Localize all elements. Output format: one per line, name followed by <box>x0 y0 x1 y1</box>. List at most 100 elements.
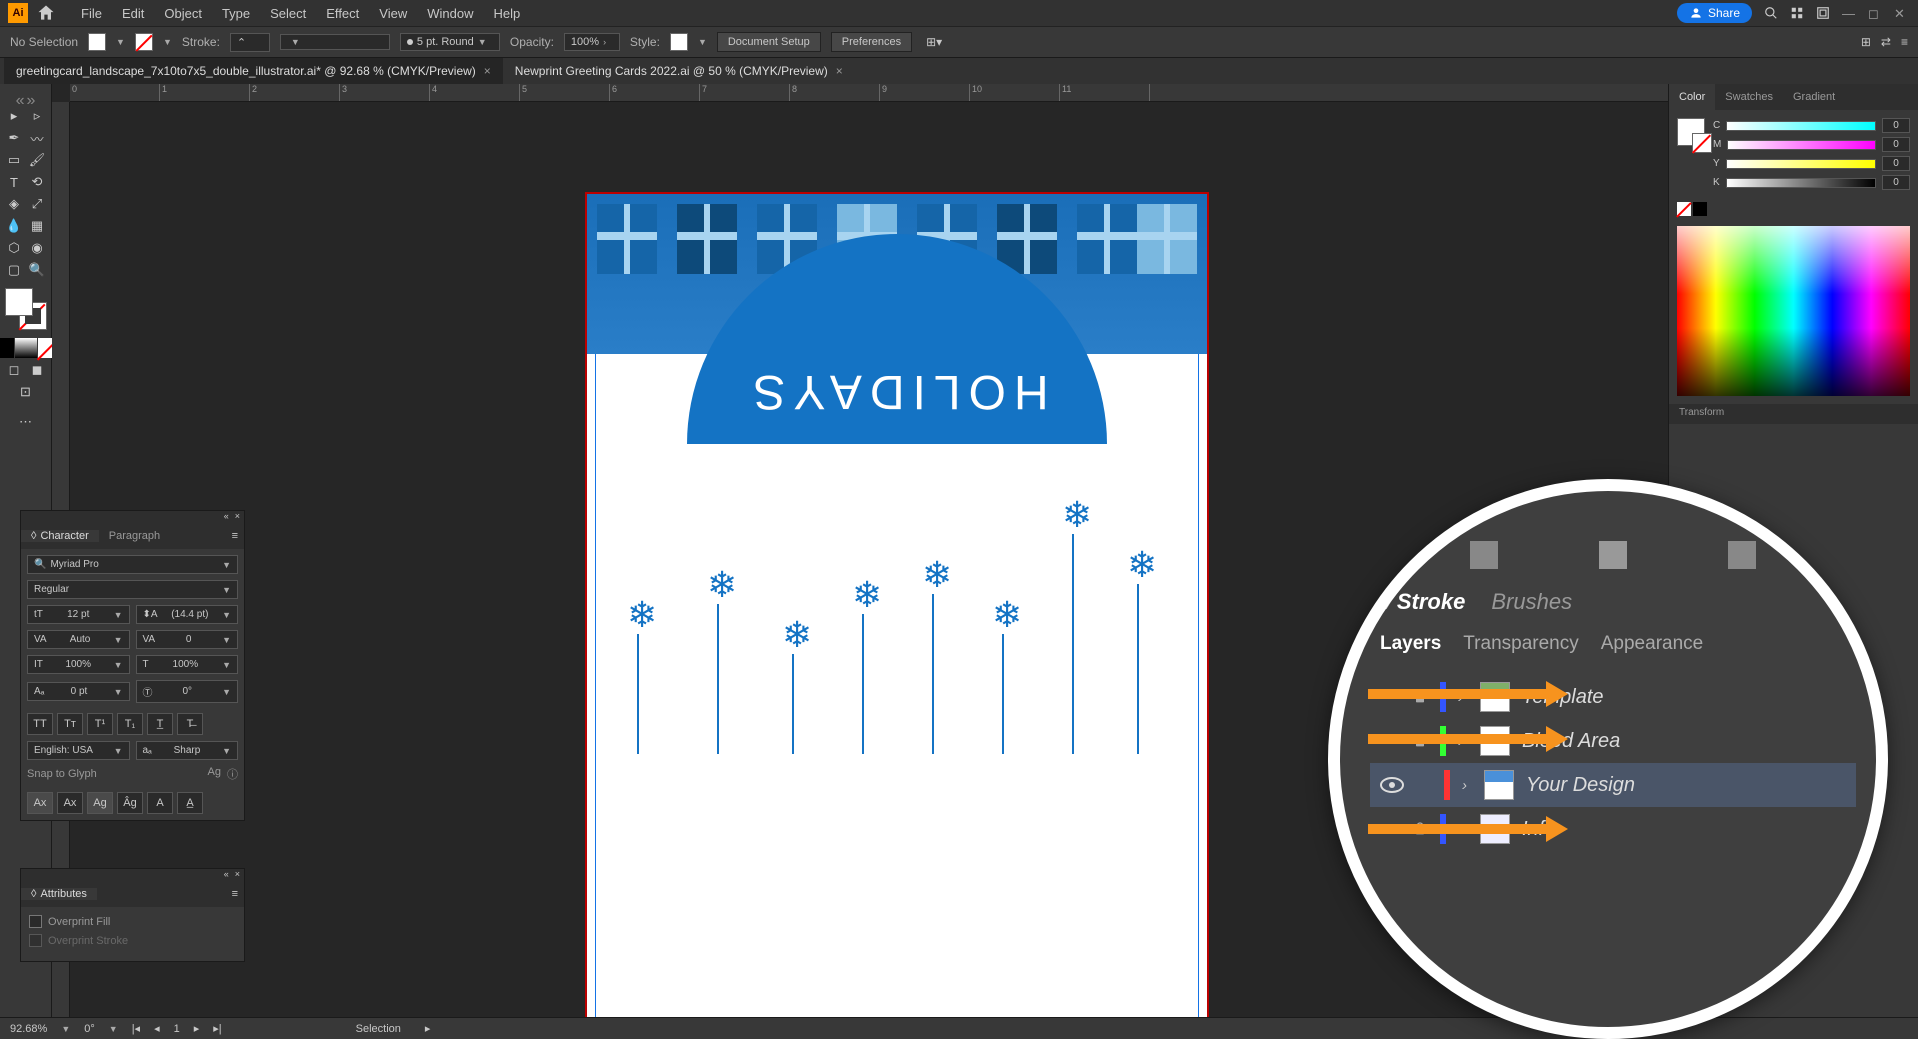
menu-file[interactable]: File <box>71 6 112 21</box>
blend-tool[interactable]: ◉ <box>26 238 48 258</box>
overprint-fill-checkbox[interactable] <box>29 915 42 928</box>
superscript-button[interactable]: T¹ <box>87 713 113 735</box>
snap-btn[interactable]: A̲ <box>177 792 203 814</box>
yellow-value[interactable]: 0 <box>1882 156 1910 171</box>
close-icon[interactable]: × <box>484 64 491 78</box>
screen-mode[interactable]: ⊡ <box>15 382 37 402</box>
info-icon[interactable]: ⓘ <box>227 766 238 782</box>
menu-edit[interactable]: Edit <box>112 6 154 21</box>
close-icon[interactable]: × <box>836 64 843 78</box>
none-swatch[interactable] <box>1677 202 1691 216</box>
menu-effect[interactable]: Effect <box>316 6 369 21</box>
snap-btn[interactable]: A <box>147 792 173 814</box>
nav-arrow-icon[interactable]: ▸ <box>425 1022 431 1035</box>
cyan-value[interactable]: 0 <box>1882 118 1910 133</box>
color-mode-btn[interactable] <box>0 338 14 358</box>
leading-field[interactable]: ⬍A(14.4 pt)▼ <box>136 605 239 624</box>
black-value[interactable]: 0 <box>1882 175 1910 190</box>
scale-tool[interactable]: ⤢ <box>26 194 48 214</box>
character-tab[interactable]: ◊Character <box>21 530 99 542</box>
magenta-slider[interactable] <box>1727 140 1876 150</box>
rectangle-tool[interactable]: ▭ <box>3 150 25 170</box>
paragraph-tab[interactable]: Paragraph <box>99 530 170 542</box>
cyan-slider[interactable] <box>1726 121 1876 131</box>
paintbrush-tool[interactable]: 🖌 <box>26 150 48 170</box>
arrange-icon[interactable] <box>1790 6 1804 20</box>
font-size-field[interactable]: tT12 pt▼ <box>27 605 130 624</box>
font-family-field[interactable]: 🔍Myriad Pro▼ <box>27 555 238 574</box>
next-artboard-icon[interactable]: ▸ <box>194 1022 200 1035</box>
curvature-tool[interactable]: 〰 <box>26 128 48 148</box>
style-swatch[interactable] <box>670 33 688 51</box>
panel-menu-icon[interactable]: ≡ <box>226 888 244 900</box>
swatches-tab[interactable]: Swatches <box>1715 84 1783 110</box>
pen-tool[interactable]: ✒ <box>3 128 25 148</box>
eraser-tool[interactable]: ◈ <box>3 194 25 214</box>
first-artboard-icon[interactable]: |◂ <box>132 1022 140 1035</box>
stroke-swatch[interactable] <box>135 33 153 51</box>
magenta-value[interactable]: 0 <box>1882 137 1910 152</box>
tracking-field[interactable]: VA0▼ <box>136 630 239 649</box>
last-artboard-icon[interactable]: ▸| <box>213 1022 221 1035</box>
workspace-icon[interactable] <box>1816 6 1830 20</box>
snap-btn[interactable]: Ax <box>27 792 53 814</box>
attributes-tab[interactable]: ◊Attributes <box>21 888 97 900</box>
vscale-field[interactable]: IT100%▼ <box>27 655 130 674</box>
zoom-tool[interactable]: 🔍 <box>26 260 48 280</box>
black-slider[interactable] <box>1726 178 1876 188</box>
close-icon[interactable]: ✕ <box>1894 6 1908 20</box>
artboard[interactable]: HOLIDAYS ❄❄ ❄❄ ❄❄ ❄❄ newprint™ <box>587 194 1207 1017</box>
language-field[interactable]: English: USA▼ <box>27 741 130 760</box>
yellow-slider[interactable] <box>1726 159 1876 169</box>
kerning-field[interactable]: VAAuto▼ <box>27 630 130 649</box>
subscript-button[interactable]: T₁ <box>117 713 143 735</box>
panel-fill-swatch[interactable] <box>1677 118 1705 146</box>
baseline-field[interactable]: Aₐ0 pt▼ <box>27 682 130 701</box>
prev-artboard-icon[interactable]: ◂ <box>154 1022 160 1035</box>
gradient-mode-btn[interactable] <box>15 338 37 358</box>
font-style-field[interactable]: Regular▼ <box>27 580 238 599</box>
panel-menu-icon[interactable]: ≡ <box>226 530 244 542</box>
maximize-icon[interactable]: ◻ <box>1868 6 1882 20</box>
brush-dropdown[interactable]: 5 pt. Round▼ <box>400 33 500 51</box>
rotate-tool[interactable]: ⟲ <box>26 172 48 192</box>
stroke-profile-dropdown[interactable]: ▼ <box>280 34 390 50</box>
eyedropper-tool[interactable]: 💧 <box>3 216 25 236</box>
menu-icon[interactable]: ≡ <box>1901 35 1908 49</box>
gradient-tool[interactable]: ▦ <box>26 216 48 236</box>
rotation-field[interactable]: Ⓣ0°▼ <box>136 680 239 703</box>
fill-swatch[interactable] <box>88 33 106 51</box>
underline-button[interactable]: T̲ <box>147 713 173 735</box>
menu-window[interactable]: Window <box>417 6 483 21</box>
snap-btn[interactable]: Ag <box>87 792 113 814</box>
color-spectrum[interactable] <box>1677 226 1910 396</box>
transform-tab[interactable]: Transform <box>1669 404 1918 424</box>
share-button[interactable]: Share <box>1677 3 1752 23</box>
menu-help[interactable]: Help <box>483 6 530 21</box>
minimize-icon[interactable]: — <box>1842 6 1856 20</box>
draw-normal[interactable]: ◻ <box>3 360 25 380</box>
type-tool[interactable]: T <box>3 172 25 192</box>
chevron-down-icon[interactable]: ▼ <box>698 37 707 47</box>
black-swatch[interactable] <box>1693 202 1707 216</box>
overflow-icon[interactable]: ⊞ <box>1861 35 1871 49</box>
smallcaps-button[interactable]: Tᴛ <box>57 713 83 735</box>
home-icon[interactable] <box>36 3 56 23</box>
selection-tool[interactable]: ▸ <box>3 106 25 126</box>
artboard-tool[interactable]: ▢ <box>3 260 25 280</box>
menu-view[interactable]: View <box>369 6 417 21</box>
close-icon[interactable]: × <box>235 511 240 523</box>
chevron-down-icon[interactable]: ▼ <box>163 37 172 47</box>
fill-indicator[interactable] <box>5 288 33 316</box>
fill-stroke-indicator[interactable] <box>5 288 47 330</box>
shape-builder-tool[interactable]: ⬡ <box>3 238 25 258</box>
hscale-field[interactable]: T100%▼ <box>136 655 239 674</box>
edit-toolbar[interactable]: ⋯ <box>15 412 37 432</box>
strikethrough-button[interactable]: T̶ <box>177 713 203 735</box>
stroke-weight-field[interactable]: ⌃ <box>230 33 270 52</box>
document-tab[interactable]: Newprint Greeting Cards 2022.ai @ 50 % (… <box>503 58 855 84</box>
artboard-number[interactable]: 1 <box>174 1023 180 1035</box>
document-setup-button[interactable]: Document Setup <box>717 32 821 52</box>
menu-select[interactable]: Select <box>260 6 316 21</box>
document-tab-active[interactable]: greetingcard_landscape_7x10to7x5_double_… <box>4 58 503 84</box>
